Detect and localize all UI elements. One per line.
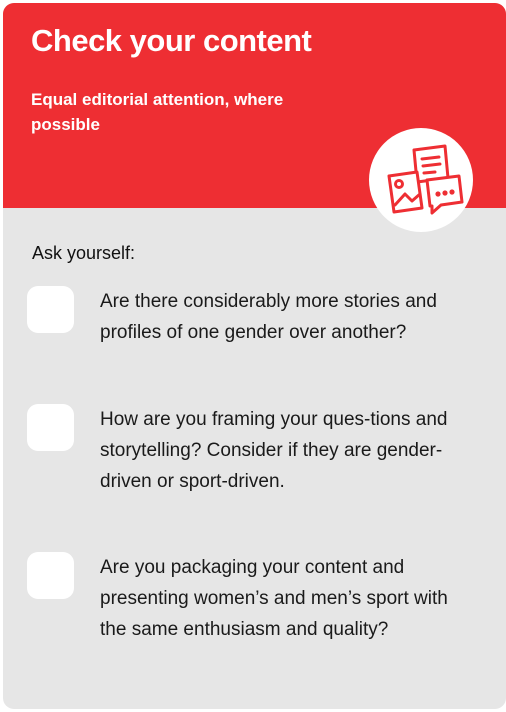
content-check-card: Check your content Equal editorial atten… — [3, 3, 506, 709]
content-documents-icon — [369, 128, 473, 232]
checklist-item-text: Are there considerably more stories and … — [100, 291, 437, 343]
card-subtitle: Equal editorial attention, where possibl… — [31, 90, 284, 134]
checkbox[interactable] — [27, 286, 74, 333]
card-title: Check your content — [31, 23, 312, 58]
checkbox[interactable] — [27, 552, 74, 599]
checkbox[interactable] — [27, 404, 74, 451]
checklist-item-text: How are you framing your ques-tions and … — [100, 409, 448, 492]
checklist-intro: Ask yourself: — [32, 243, 136, 263]
checklist-item-text: Are you packaging your content and prese… — [100, 557, 448, 640]
